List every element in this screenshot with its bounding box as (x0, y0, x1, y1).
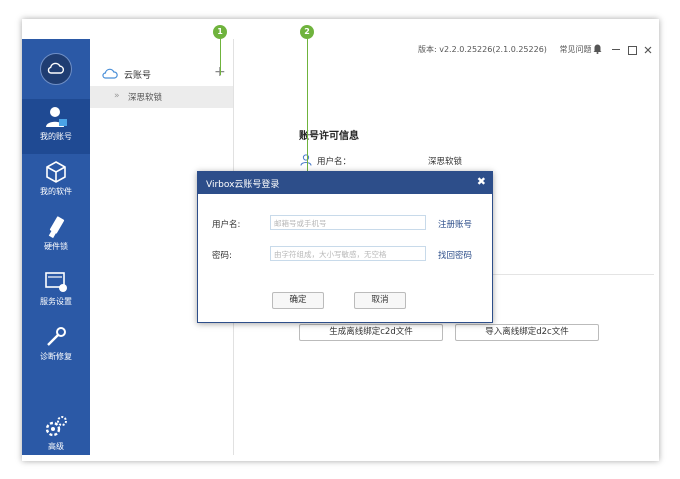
generate-c2d-button[interactable]: 生成离线绑定c2d文件 (299, 324, 443, 341)
confirm-button[interactable]: 确定 (272, 292, 324, 309)
cube-icon (46, 161, 66, 183)
login-dialog: Virbox云账号登录 ✖ 用户名: 邮箱号或手机号 注册账号 密码: 由字符组… (197, 171, 493, 323)
username-input[interactable]: 邮箱号或手机号 (270, 215, 426, 230)
sidebar-item-label: 诊断修复 (40, 352, 72, 361)
top-bar: 版本: v2.2.0.25226(2.1.0.25226) 常见问题 (418, 44, 597, 56)
app-window: 我的账号 我的软件 硬件锁 服务设置 诊断修复 高级 云账号 » 深思软锁 版本… (22, 19, 659, 461)
sidebar-item-label: 高级 (48, 442, 64, 451)
sidebar-item-my-software[interactable]: 我的软件 (22, 154, 90, 209)
username-value: 深思软锁 (428, 157, 463, 167)
user-icon (46, 107, 67, 127)
usb-key-icon (48, 216, 65, 239)
license-info-title: 账号许可信息 (299, 131, 359, 142)
sidebar: 我的账号 我的软件 硬件锁 服务设置 诊断修复 高级 (22, 39, 90, 455)
sidebar-item-label: 我的软件 (40, 187, 72, 196)
chevron-right-icon: » (114, 91, 120, 101)
callout-line-1 (220, 38, 221, 75)
sidebar-item-diagnose-repair[interactable]: 诊断修复 (22, 319, 90, 374)
server-settings-icon (45, 272, 67, 292)
cancel-button[interactable]: 取消 (354, 292, 406, 309)
version-label: 版本: v2.2.0.25226(2.1.0.25226) (418, 45, 547, 54)
callout-marker-1: 1 (213, 25, 227, 39)
sidebar-item-label: 硬件锁 (44, 242, 68, 251)
sidebar-item-advanced[interactable]: 高级 (22, 409, 90, 464)
password-input[interactable]: 由字符组成，大小写敏感，无空格 (270, 246, 426, 261)
callout-marker-2: 2 (300, 25, 314, 39)
sidebar-item-label: 我的账号 (40, 132, 72, 141)
close-icon[interactable]: ✖ (477, 175, 486, 188)
person-icon (300, 154, 312, 166)
forgot-password-link[interactable]: 找回密码 (438, 249, 472, 261)
sidebar-item-service-settings[interactable]: 服务设置 (22, 264, 90, 319)
minimize-button[interactable] (612, 49, 620, 50)
close-window-button[interactable] (644, 46, 652, 54)
gears-icon (45, 416, 67, 437)
password-field-label: 密码: (212, 251, 232, 261)
username-label: 用户名： (317, 157, 352, 167)
sidebar-item-hardware-lock[interactable]: 硬件锁 (22, 209, 90, 264)
sidebar-item-label: 服务设置 (40, 297, 72, 306)
sidebar-item-my-account[interactable]: 我的账号 (22, 99, 90, 154)
faq-link[interactable]: 常见问题 (559, 44, 591, 55)
account-item-label: 深思软锁 (128, 93, 163, 103)
dialog-title-bar: Virbox云账号登录 ✖ (198, 172, 492, 194)
cloud-logo-icon (40, 53, 72, 85)
register-link[interactable]: 注册账号 (438, 218, 472, 230)
bell-icon[interactable] (593, 44, 602, 54)
divider (482, 274, 654, 275)
maximize-button[interactable] (628, 46, 637, 55)
repair-icon (47, 327, 66, 346)
username-field-label: 用户名: (212, 220, 241, 230)
dialog-title: Virbox云账号登录 (206, 180, 280, 190)
cloud-account-label: 云账号 (124, 71, 152, 81)
import-d2c-button[interactable]: 导入离线绑定d2c文件 (455, 324, 599, 341)
account-list-item[interactable]: » 深思软锁 (90, 86, 233, 108)
cloud-icon (102, 68, 118, 79)
